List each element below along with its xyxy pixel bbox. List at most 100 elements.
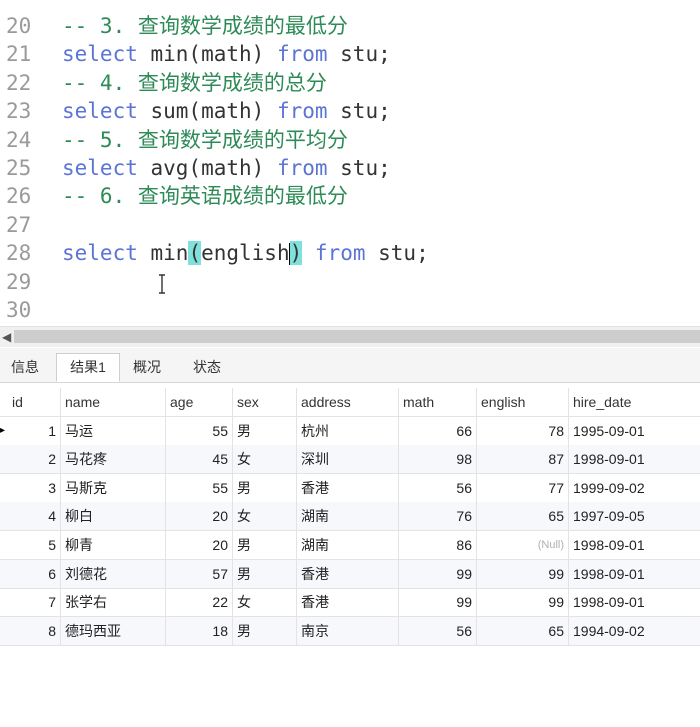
cell-name[interactable]: 柳青	[60, 531, 165, 559]
cell-english[interactable]: 99	[476, 559, 568, 588]
scrollbar-thumb[interactable]	[14, 330, 700, 343]
cell-address[interactable]: 香港	[296, 559, 398, 588]
cell-age[interactable]: 45	[165, 445, 232, 474]
cell-hire-date[interactable]: 1998-09-01	[568, 588, 696, 617]
cell-id[interactable]: 2	[8, 445, 60, 473]
editor-horizontal-scrollbar[interactable]: ◀	[0, 326, 700, 347]
column-header-english[interactable]: english	[476, 388, 568, 416]
open-paren-highlight: (	[188, 241, 202, 266]
cell-math[interactable]: 56	[398, 473, 476, 502]
table-row[interactable]: 2 马花疼 45 女深圳 98 87 1998-09-01	[0, 445, 700, 475]
sql-keyword-select: select	[62, 156, 138, 180]
cell-math[interactable]: 99	[398, 588, 476, 617]
cell-id[interactable]: 1	[8, 417, 60, 445]
cell-name[interactable]: 张学右	[60, 588, 165, 617]
cell-id[interactable]: 5	[8, 531, 60, 559]
sql-keyword-select: select	[62, 241, 138, 266]
table-row[interactable]: 3 马斯克 55 男香港 56 77 1999-09-02	[0, 473, 700, 503]
cell-hire-date[interactable]: 1997-09-05	[568, 502, 696, 531]
tab-profile[interactable]: 概况	[122, 354, 172, 381]
cell-hire-date[interactable]: 1999-09-02	[568, 473, 696, 502]
sql-comment: -- 3. 查询数学成绩的最低分	[62, 14, 348, 38]
cell-name[interactable]: 柳白	[60, 502, 165, 531]
cell-english[interactable]: 78	[476, 416, 568, 445]
cell-hire-date[interactable]: 1998-09-01	[568, 445, 696, 474]
cell-english[interactable]: 87	[476, 445, 568, 474]
cell-sex[interactable]: 男	[232, 531, 296, 559]
cell-math[interactable]: 66	[398, 416, 476, 445]
cell-english[interactable]: 77	[476, 473, 568, 502]
cell-name[interactable]: 德玛西亚	[60, 616, 165, 645]
cell-sex[interactable]: 男	[232, 616, 296, 645]
line-number: 26	[6, 184, 32, 209]
line-number: 28	[6, 241, 32, 266]
cell-id[interactable]: 3	[8, 474, 60, 502]
scroll-left-arrow-icon[interactable]: ◀	[2, 330, 11, 344]
column-header-age[interactable]: age	[165, 388, 232, 416]
cell-address[interactable]: 湖南	[296, 531, 398, 559]
cell-sex[interactable]: 男	[232, 559, 296, 588]
cell-id[interactable]: 8	[8, 617, 60, 645]
cell-name[interactable]: 马花疼	[60, 445, 165, 474]
column-header-id[interactable]: id	[8, 388, 60, 416]
cell-address[interactable]: 香港	[296, 588, 398, 617]
cell-address[interactable]: 南京	[296, 616, 398, 645]
cell-age[interactable]: 20	[165, 502, 232, 531]
line-number: 22	[6, 70, 32, 95]
cell-math[interactable]: 98	[398, 445, 476, 474]
column-header-address[interactable]: address	[296, 388, 398, 416]
cell-id[interactable]: 7	[8, 588, 60, 616]
column-header-name[interactable]: name	[60, 388, 165, 416]
grid-header-row: id name age sex address math english hire_date	[0, 388, 700, 417]
table-row[interactable]: 4 柳白 20 女湖南 76 65 1997-09-05	[0, 502, 700, 532]
cell-english[interactable]: 65	[476, 616, 568, 645]
cell-age[interactable]: 18	[165, 616, 232, 645]
cell-sex[interactable]: 女	[232, 588, 296, 617]
cell-english[interactable]: (Null)	[476, 531, 568, 559]
table-row[interactable]: ▸ 1 马运 55 男杭州 66 78 1995-09-01	[0, 416, 700, 446]
cell-address[interactable]: 香港	[296, 473, 398, 502]
cell-address[interactable]: 湖南	[296, 502, 398, 531]
cell-address[interactable]: 杭州	[296, 416, 398, 445]
cell-hire-date[interactable]: 1998-09-01	[568, 531, 696, 559]
text-cursor-ibeam-icon	[159, 274, 165, 294]
cell-name[interactable]: 马运	[60, 416, 165, 445]
tab-info[interactable]: 信息	[0, 354, 50, 381]
cell-age[interactable]: 55	[165, 416, 232, 445]
tab-status[interactable]: 状态	[182, 354, 232, 381]
column-header-hire-date[interactable]: hire_date	[568, 388, 696, 416]
cell-sex[interactable]: 女	[232, 502, 296, 531]
code-text: select sum(math) from stu;	[62, 97, 391, 125]
code-text: -- 4. 查询数学成绩的总分	[62, 69, 327, 97]
table-row[interactable]: 7 张学右 22 女香港 99 99 1998-09-01	[0, 588, 700, 618]
cell-sex[interactable]: 男	[232, 416, 296, 445]
cell-name[interactable]: 马斯克	[60, 473, 165, 502]
column-header-sex[interactable]: sex	[232, 388, 296, 416]
cell-math[interactable]: 76	[398, 502, 476, 531]
cell-name[interactable]: 刘德花	[60, 559, 165, 588]
cell-hire-date[interactable]: 1998-09-01	[568, 559, 696, 588]
cell-sex[interactable]: 男	[232, 473, 296, 502]
cell-age[interactable]: 57	[165, 559, 232, 588]
cell-id[interactable]: 6	[8, 560, 60, 588]
cell-age[interactable]: 22	[165, 588, 232, 617]
table-row[interactable]: 5 柳青 20 男湖南 86 (Null) 1998-09-01	[0, 531, 700, 560]
tab-result1[interactable]: 结果1	[56, 353, 120, 382]
cell-address[interactable]: 深圳	[296, 445, 398, 474]
sql-editor[interactable]: 20 -- 3. 查询数学成绩的最低分 21 select min(math) fro…	[0, 0, 700, 326]
cell-english[interactable]: 65	[476, 502, 568, 531]
table-row[interactable]: 8 德玛西亚 18 男南京 56 65 1994-09-02	[0, 616, 700, 646]
cell-hire-date[interactable]: 1994-09-02	[568, 616, 696, 645]
cell-id[interactable]: 4	[8, 502, 60, 530]
cell-math[interactable]: 56	[398, 616, 476, 645]
cell-age[interactable]: 55	[165, 473, 232, 502]
cell-sex[interactable]: 女	[232, 445, 296, 474]
cell-math[interactable]: 86	[398, 531, 476, 559]
cell-hire-date[interactable]: 1995-09-01	[568, 416, 696, 445]
column-header-math[interactable]: math	[398, 388, 476, 416]
cell-age[interactable]: 20	[165, 531, 232, 559]
cell-english[interactable]: 99	[476, 588, 568, 617]
line-number: 25	[6, 156, 32, 180]
table-row[interactable]: 6 刘德花 57 男香港 99 99 1998-09-01	[0, 559, 700, 589]
cell-math[interactable]: 99	[398, 559, 476, 588]
